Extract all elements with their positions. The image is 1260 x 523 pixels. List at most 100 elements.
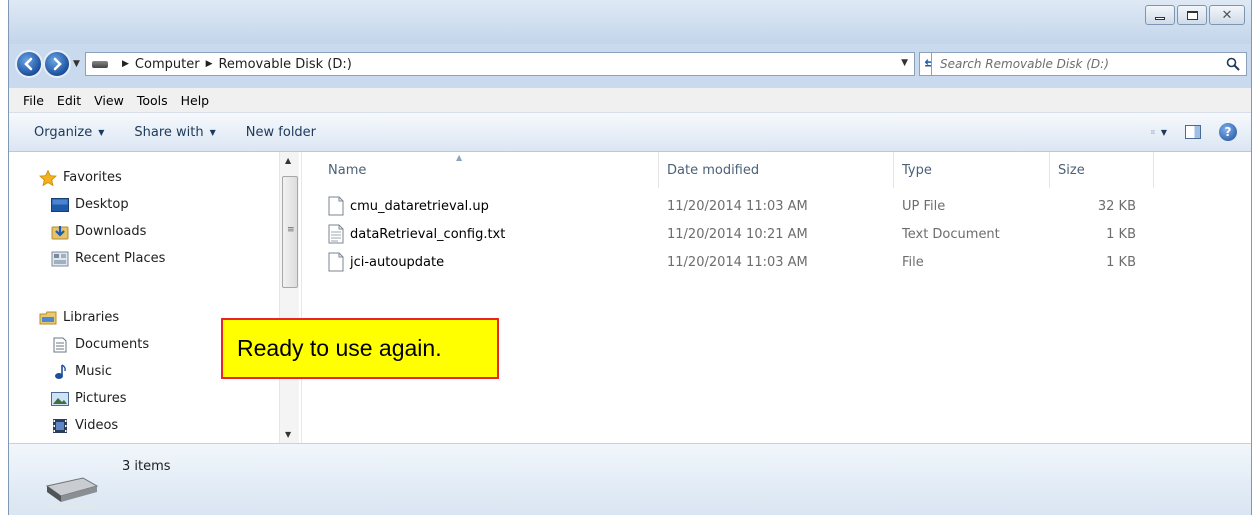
- nav-item-label: Downloads: [75, 224, 147, 239]
- file-name: dataRetrieval_config.txt: [350, 226, 506, 242]
- organize-label: Organize: [34, 124, 93, 140]
- breadcrumb-separator-icon[interactable]: ▶: [122, 59, 129, 69]
- file-row[interactable]: cmu_dataretrieval.up 11/20/2014 11:03 AM…: [302, 192, 1136, 220]
- organize-button[interactable]: Organize ▼: [34, 125, 104, 140]
- address-bar[interactable]: ▶ Computer ▶ Removable Disk (D:) ▼: [85, 52, 915, 76]
- file-name: cmu_dataretrieval.up: [350, 198, 489, 214]
- callout-text: Ready to use again.: [237, 335, 442, 361]
- command-toolbar: Organize ▼ Share with ▼ New folder ▼ ?: [9, 113, 1251, 152]
- file-name: jci-autoupdate: [350, 254, 445, 270]
- drive-icon: [92, 60, 108, 68]
- file-row[interactable]: dataRetrieval_config.txt 11/20/2014 10:2…: [302, 220, 1136, 248]
- help-icon[interactable]: ?: [1219, 123, 1237, 141]
- window-controls: ✕: [1145, 5, 1245, 25]
- navigation-row: ▼ ▶ Computer ▶ Removable Disk (D:) ▼ ⇆: [9, 50, 1251, 78]
- nav-item-label: Pictures: [75, 391, 127, 406]
- file-type: Text Document: [902, 226, 1000, 242]
- nav-favorites[interactable]: Favorites: [39, 164, 165, 191]
- nav-favorites-label: Favorites: [63, 170, 122, 185]
- menu-edit[interactable]: Edit: [57, 93, 81, 108]
- file-type: UP File: [902, 198, 946, 214]
- videos-icon: [51, 418, 69, 434]
- nav-item-label: Music: [75, 364, 112, 379]
- text-file-icon: [328, 224, 344, 244]
- back-button[interactable]: [15, 50, 43, 78]
- libraries-icon: [39, 310, 57, 326]
- music-icon: [51, 363, 69, 380]
- file-rows: cmu_dataretrieval.up 11/20/2014 11:03 AM…: [302, 192, 1136, 276]
- file-type: File: [902, 254, 924, 270]
- column-header-size[interactable]: Size: [1050, 152, 1154, 188]
- column-header-type[interactable]: Type: [894, 152, 1050, 188]
- chevron-down-icon: ▼: [1160, 127, 1167, 137]
- star-icon: [39, 169, 57, 186]
- view-options-icon: [1151, 130, 1155, 134]
- maximize-button[interactable]: [1177, 5, 1207, 25]
- search-box[interactable]: [931, 52, 1247, 76]
- new-folder-label: New folder: [245, 124, 317, 140]
- nav-item-recent-places[interactable]: Recent Places: [39, 245, 165, 272]
- explorer-window: ✕ ▼ ▶ Computer ▶ Removable Disk (D:) ▼ ⇆: [8, 0, 1252, 515]
- nav-libraries[interactable]: Libraries: [39, 304, 149, 331]
- forward-arrow-icon: [53, 57, 62, 71]
- menu-bar: File Edit View Tools Help: [9, 88, 1251, 113]
- nav-item-label: Videos: [75, 418, 119, 433]
- removable-drive-icon: [45, 477, 101, 510]
- nav-item-downloads[interactable]: Downloads: [39, 218, 165, 245]
- back-arrow-icon: [24, 57, 33, 71]
- nav-item-desktop[interactable]: Desktop: [39, 191, 165, 218]
- new-folder-button[interactable]: New folder: [246, 125, 316, 140]
- close-icon: ✕: [1221, 7, 1233, 23]
- column-label: Size: [1058, 163, 1085, 178]
- libraries-group: Libraries Documents Music Pictures Video…: [39, 304, 149, 439]
- recent-places-icon: [51, 251, 69, 267]
- share-with-button[interactable]: Share with ▼: [134, 125, 215, 140]
- change-view-button[interactable]: ▼: [1151, 125, 1167, 139]
- breadcrumb-computer[interactable]: Computer: [135, 57, 200, 72]
- column-header-name[interactable]: ▲ Name: [302, 152, 659, 188]
- menu-tools[interactable]: Tools: [137, 93, 168, 108]
- nav-item-label: Recent Places: [75, 251, 166, 266]
- documents-icon: [51, 337, 69, 353]
- item-count: 3 items: [122, 459, 171, 474]
- breadcrumb-removable-disk[interactable]: Removable Disk (D:): [218, 57, 351, 72]
- preview-pane-icon[interactable]: [1185, 125, 1201, 139]
- nav-item-videos[interactable]: Videos: [39, 412, 149, 439]
- file-date: 11/20/2014 11:03 AM: [667, 254, 808, 270]
- nav-item-music[interactable]: Music: [39, 358, 149, 385]
- nav-item-label: Desktop: [75, 197, 129, 212]
- nav-scrollbar[interactable]: ▲ ≡ ▼: [279, 152, 299, 443]
- nav-item-pictures[interactable]: Pictures: [39, 385, 149, 412]
- chevron-down-icon: ▼: [209, 127, 216, 137]
- forward-button[interactable]: [43, 50, 71, 78]
- close-button[interactable]: ✕: [1209, 5, 1245, 25]
- scroll-down-icon[interactable]: ▼: [285, 430, 291, 439]
- nav-libraries-label: Libraries: [63, 310, 120, 325]
- chevron-down-icon: ▼: [98, 127, 105, 137]
- search-input[interactable]: [940, 57, 1210, 71]
- column-headers: ▲ Name Date modified Type Size: [302, 152, 1251, 188]
- search-icon[interactable]: [1226, 57, 1240, 71]
- sort-ascending-icon: ▲: [456, 153, 463, 162]
- menu-help[interactable]: Help: [181, 93, 210, 108]
- toolbar-right: ▼ ?: [1151, 123, 1237, 141]
- scroll-up-icon[interactable]: ▲: [285, 156, 291, 165]
- breadcrumb-separator-icon[interactable]: ▶: [206, 59, 213, 69]
- desktop-icon: [51, 197, 69, 213]
- address-dropdown-icon[interactable]: ▼: [901, 58, 908, 68]
- share-with-label: Share with: [134, 124, 204, 140]
- scroll-thumb[interactable]: ≡: [282, 176, 298, 288]
- column-header-date[interactable]: Date modified: [659, 152, 894, 188]
- menu-file[interactable]: File: [23, 93, 44, 108]
- column-label: Type: [902, 163, 932, 178]
- menu-view[interactable]: View: [94, 93, 124, 108]
- nav-item-label: Documents: [75, 337, 150, 352]
- recent-pages-dropdown[interactable]: ▼: [73, 59, 80, 69]
- file-date: 11/20/2014 11:03 AM: [667, 198, 808, 214]
- nav-item-documents[interactable]: Documents: [39, 331, 149, 358]
- favorites-group: Favorites Desktop Downloads Recent Place…: [39, 164, 165, 272]
- file-row[interactable]: jci-autoupdate 11/20/2014 11:03 AM File …: [302, 248, 1136, 276]
- grip-icon: ≡: [287, 225, 295, 235]
- minimize-button[interactable]: [1145, 5, 1175, 25]
- maximize-icon: [1186, 10, 1198, 20]
